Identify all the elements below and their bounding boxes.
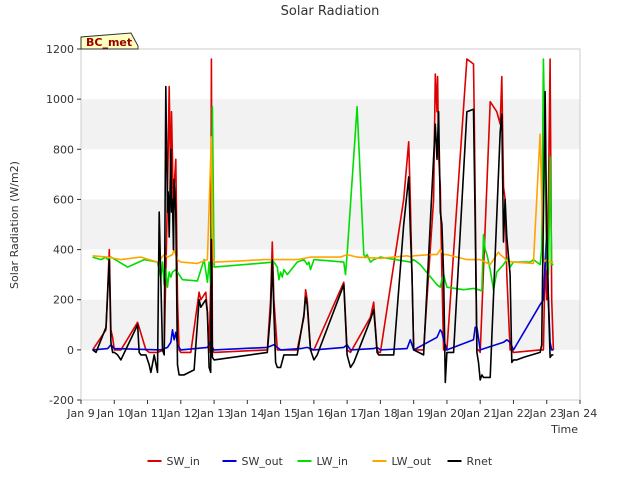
x-tick-label: Jan 18	[362, 407, 397, 420]
x-tick-label: Jan 14	[229, 407, 264, 420]
y-tick-label: 600	[53, 193, 74, 206]
legend-label: Rnet	[467, 455, 493, 468]
y-tick-label: 1200	[46, 43, 74, 56]
y-tick-label: -200	[49, 394, 74, 407]
x-tick-label: Jan 17	[329, 407, 364, 420]
x-tick-label: Jan 16	[296, 407, 331, 420]
x-tick-label: Jan 24	[562, 407, 597, 420]
x-tick-label: Jan 19	[395, 407, 430, 420]
legend-label: SW_out	[242, 455, 284, 468]
x-tick-label: Jan 23	[529, 407, 564, 420]
x-tick-label: Jan 13	[196, 407, 231, 420]
x-tick-label: Jan 10	[96, 407, 131, 420]
x-axis-ticks: Jan 9 Jan 10Jan 11Jan 12Jan 13Jan 14Jan 1…	[66, 400, 597, 420]
y-tick-label: 400	[53, 244, 74, 257]
legend-label: SW_in	[167, 455, 200, 468]
x-tick-label: Jan 9	[66, 407, 94, 420]
legend-label: LW_in	[317, 455, 349, 468]
station-label-box: BC_met	[80, 32, 139, 50]
grid-band	[81, 299, 580, 350]
y-tick-label: 200	[53, 294, 74, 307]
grid-band	[81, 99, 580, 150]
x-tick-label: Jan 21	[462, 407, 497, 420]
y-tick-label: 800	[53, 143, 74, 156]
x-axis-label: Time	[550, 423, 578, 436]
y-tick-label: 0	[67, 344, 74, 357]
solar-radiation-chart: Solar Radiation -200 0 200 400 600 800 1000 120…	[8, 4, 597, 468]
y-tick-label: 1000	[46, 93, 74, 106]
chart-title: Solar Radiation	[281, 4, 380, 19]
legend: SW_in SW_out LW_in LW_out Rnet	[147, 455, 493, 468]
x-tick-label: Jan 12	[163, 407, 198, 420]
grid-band	[81, 49, 580, 100]
station-label: BC_met	[86, 36, 132, 49]
legend-label: LW_out	[392, 455, 432, 468]
x-tick-label: Jan 20	[429, 407, 464, 420]
grid-band	[81, 349, 580, 400]
x-tick-label: Jan 22	[495, 407, 530, 420]
grid-band	[81, 149, 580, 200]
y-axis-label: Solar Radiation (W/m2)	[8, 161, 21, 289]
x-tick-label: Jan 11	[129, 407, 164, 420]
y-axis-ticks: -200 0 200 400 600 800 1000 1200	[46, 43, 81, 407]
x-tick-label: Jan 15	[262, 407, 297, 420]
